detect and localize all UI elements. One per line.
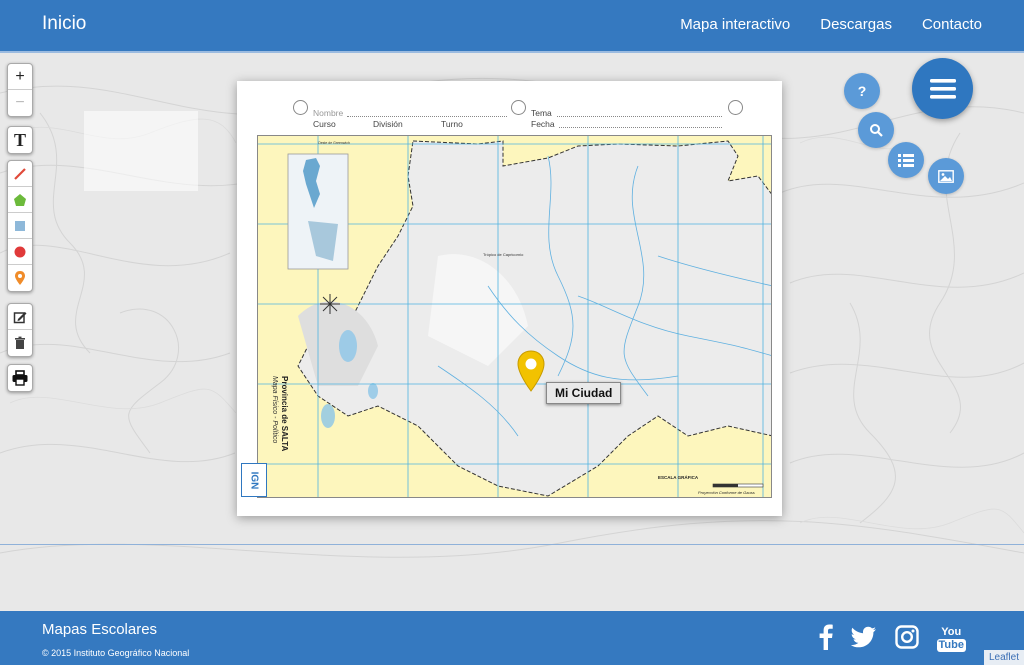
tropic-label: Trópico de Capricornio — [483, 252, 524, 257]
text-tool-button[interactable]: T — [8, 127, 32, 153]
greenwich-label: Oeste de Greenwich — [318, 141, 350, 145]
footer-copyright: © 2015 Instituto Geográfico Nacional — [42, 648, 190, 658]
edit-control — [7, 303, 33, 357]
search-icon — [870, 124, 883, 137]
print-button[interactable] — [8, 365, 32, 391]
youtube-link[interactable]: You Tube — [936, 626, 966, 652]
twitter-link[interactable] — [850, 626, 877, 653]
main-nav: Mapa interactivo Descargas Contacto — [680, 16, 982, 33]
circle-icon — [14, 246, 26, 257]
image-icon — [938, 169, 954, 183]
turno-label: Turno — [441, 119, 463, 129]
nombre-label: Nombre — [313, 108, 344, 118]
footer: Mapas Escolares © 2015 Instituto Geográf… — [0, 611, 1024, 665]
help-button[interactable]: ? — [844, 73, 880, 109]
marker-icon — [15, 271, 25, 285]
delete-layers-button[interactable] — [8, 330, 32, 356]
image-button[interactable] — [928, 158, 964, 194]
layers-list-button[interactable] — [888, 142, 924, 178]
main-menu-button[interactable] — [912, 58, 973, 119]
tema-label: Tema — [531, 108, 552, 118]
worksheet-header: Nombre Curso División Turno Tema Fecha — [237, 81, 782, 136]
printer-icon — [12, 370, 28, 386]
list-icon — [898, 154, 914, 167]
curso-label: Curso — [313, 119, 336, 129]
ign-logo: IGN — [241, 463, 267, 497]
text-control: T — [7, 126, 33, 154]
draw-circle-button[interactable] — [8, 239, 32, 265]
nav-descargas[interactable]: Descargas — [820, 16, 892, 33]
trash-icon — [15, 336, 25, 349]
leaflet-attribution-link[interactable]: Leaflet — [983, 650, 1024, 665]
youtube-icon: You — [941, 626, 962, 638]
facebook-icon — [819, 624, 833, 650]
draw-marker-button[interactable] — [8, 265, 32, 291]
marker-label: Mi Ciudad — [546, 382, 622, 404]
polyline-icon — [14, 167, 26, 180]
salta-map-graphic: ESCALA GRÁFICA Proyección Conforme de Ga… — [258, 136, 771, 497]
search-button[interactable] — [858, 112, 894, 148]
rectangle-icon — [15, 220, 25, 231]
nav-mapa-interactivo[interactable]: Mapa interactivo — [680, 16, 790, 33]
instagram-icon — [894, 625, 919, 649]
school-map-sheet[interactable]: Nombre Curso División Turno Tema Fecha E… — [237, 81, 782, 516]
map-subtitle: Mapa Físico - Político — [271, 376, 278, 443]
edit-icon — [13, 311, 27, 323]
menu-icon — [929, 78, 956, 99]
draw-polygon-button[interactable] — [8, 187, 32, 213]
edit-layers-button[interactable] — [8, 304, 32, 330]
polygon-icon — [14, 193, 26, 206]
overview-panel — [84, 111, 198, 191]
hole-punch-icon — [728, 100, 743, 115]
tema-line — [557, 108, 722, 117]
draw-rectangle-button[interactable] — [8, 213, 32, 239]
location-pin-icon[interactable] — [516, 350, 546, 392]
projection-label: Proyección Conforme de Gauss — [698, 490, 755, 495]
print-control — [7, 364, 33, 392]
zoom-out-button[interactable]: − — [8, 90, 32, 116]
social-links: You Tube — [819, 624, 966, 655]
hole-punch-icon — [511, 100, 526, 115]
ign-logo-text: IGN — [248, 471, 260, 489]
nav-contacto[interactable]: Contacto — [922, 16, 982, 33]
scale-label: ESCALA GRÁFICA — [658, 474, 699, 480]
province-title: Provincia de SALTA — [280, 376, 289, 451]
home-link[interactable]: Inicio — [42, 13, 86, 35]
footer-title: Mapas Escolares — [42, 621, 158, 638]
top-navbar: Inicio Mapa interactivo Descargas Contac… — [0, 0, 1024, 51]
instagram-link[interactable] — [894, 625, 919, 654]
facebook-link[interactable] — [819, 624, 833, 655]
twitter-icon — [850, 626, 876, 648]
hole-punch-icon — [293, 100, 308, 115]
nombre-line — [347, 108, 507, 117]
help-icon: ? — [857, 83, 867, 99]
map-bottom-border — [0, 544, 1024, 545]
fecha-line — [559, 119, 722, 128]
division-label: División — [373, 119, 403, 129]
draw-control — [7, 160, 33, 292]
province-map: ESCALA GRÁFICA Proyección Conforme de Ga… — [257, 135, 772, 498]
zoom-in-button[interactable]: + — [8, 64, 32, 90]
draw-line-button[interactable] — [8, 161, 32, 187]
zoom-control: + − — [7, 63, 33, 117]
fecha-label: Fecha — [531, 119, 555, 129]
youtube-tube-badge: Tube — [936, 639, 966, 652]
